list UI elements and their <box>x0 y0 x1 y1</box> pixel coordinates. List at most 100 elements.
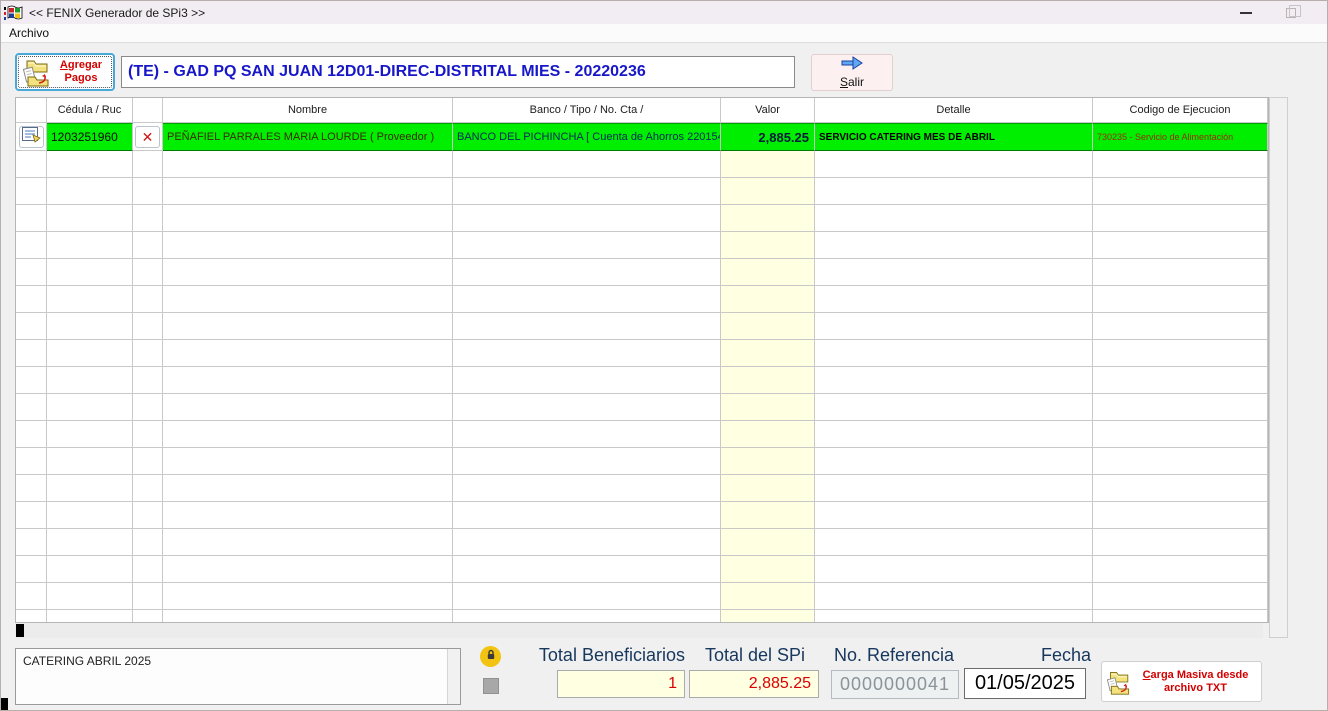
grid-cell <box>16 556 47 583</box>
grid-cell <box>47 367 133 394</box>
grid-cell-valor <box>721 205 815 232</box>
grid-cell <box>16 529 47 556</box>
grid-cell <box>47 475 133 502</box>
minimize-button[interactable] <box>1223 1 1268 24</box>
grid-cell-valor <box>721 232 815 259</box>
descripcion-textarea[interactable]: CATERING ABRIL 2025 <box>16 649 460 704</box>
descripcion-wrap: CATERING ABRIL 2025 <box>15 648 461 705</box>
table-horizontal-scrollbar[interactable] <box>15 623 1263 638</box>
total-spi-field[interactable]: 2,885.25 <box>689 670 819 698</box>
fecha-field[interactable]: 01/05/2025 <box>964 668 1086 699</box>
grid-cell <box>163 313 453 340</box>
grid-cell <box>815 367 1093 394</box>
grid-cell <box>47 529 133 556</box>
grid-cell <box>133 367 163 394</box>
total-beneficiarios-field[interactable]: 1 <box>557 670 685 698</box>
valor-cell[interactable]: 2,885.25 <box>721 123 815 151</box>
grid-cell <box>1093 259 1268 286</box>
red-x-icon: ✕ <box>142 130 154 144</box>
delete-cell: ✕ <box>133 123 163 151</box>
payment-row[interactable]: 1203251960 ✕ PEÑAFIEL PARRALES MARIA LOU… <box>16 123 1268 151</box>
salir-label: Salir <box>840 75 864 89</box>
header-nombre: Nombre <box>163 98 453 123</box>
grid-cell <box>47 313 133 340</box>
cedula-cell[interactable]: 1203251960 <box>47 123 133 151</box>
menu-item-archivo[interactable]: Archivo <box>1 26 57 40</box>
grid-cell-valor <box>721 475 815 502</box>
empty-grid-row <box>16 502 1268 529</box>
grid-cell <box>47 151 133 178</box>
grid-cell <box>815 529 1093 556</box>
carga-masiva-label: Carga Masiva desde archivo TXT <box>1134 669 1257 694</box>
grid-cell <box>453 151 721 178</box>
grid-cell <box>163 610 453 623</box>
grid-cell <box>163 583 453 610</box>
padlock-icon <box>485 648 497 666</box>
grid-cell <box>1093 421 1268 448</box>
grid-cell <box>47 502 133 529</box>
lock-badge <box>480 646 501 667</box>
grid-cell <box>1093 556 1268 583</box>
bottom-left-marker <box>1 698 8 711</box>
restore-button[interactable] <box>1268 1 1313 24</box>
grid-cell-valor <box>721 367 815 394</box>
agregar-pagos-inner: Agregar Pagos <box>18 56 112 88</box>
grid-cell <box>133 286 163 313</box>
nombre-cell[interactable]: PEÑAFIEL PARRALES MARIA LOURDE ( Proveed… <box>163 123 453 151</box>
header-banco: Banco / Tipo / No. Cta / <box>453 98 721 123</box>
grid-cell <box>133 313 163 340</box>
detalle-cell[interactable]: SERVICIO CATERING MES DE ABRIL <box>815 123 1093 151</box>
grid-cell-valor <box>721 394 815 421</box>
grid-cell <box>1093 610 1268 623</box>
form-edit-icon <box>21 125 41 148</box>
horizontal-scrollbar-thumb[interactable] <box>16 624 24 637</box>
grid-cell-valor <box>721 583 815 610</box>
grid-cell <box>47 178 133 205</box>
grid-cell <box>815 448 1093 475</box>
grid-cell <box>815 556 1093 583</box>
grid-cell <box>16 232 47 259</box>
grid-cell <box>453 286 721 313</box>
grid-cell <box>47 286 133 313</box>
grid-header-row: Cédula / Ruc Nombre Banco / Tipo / No. C… <box>16 98 1268 123</box>
grid-cell <box>815 610 1093 623</box>
grid-cell <box>1093 367 1268 394</box>
salir-button[interactable]: Salir <box>811 54 893 91</box>
grid-cell <box>815 475 1093 502</box>
grid-body <box>16 151 1268 623</box>
codigo-cell[interactable]: 730235 - Servicio de Alimentación <box>1093 123 1268 151</box>
grid-cell <box>16 610 47 623</box>
grid-cell <box>453 205 721 232</box>
delete-row-button[interactable]: ✕ <box>135 126 160 148</box>
grid-cell <box>47 610 133 623</box>
grid-cell <box>47 340 133 367</box>
agregar-pagos-button[interactable]: Agregar Pagos <box>15 53 115 91</box>
table-vertical-scrollbar[interactable] <box>1269 97 1288 638</box>
edit-row-button[interactable] <box>19 126 44 148</box>
total-beneficiarios-label: Total Beneficiarios <box>509 645 685 666</box>
referencia-field[interactable]: 0000000041 <box>831 670 959 699</box>
entity-name-field[interactable] <box>121 56 795 88</box>
grid-cell <box>453 178 721 205</box>
grid-cell <box>16 151 47 178</box>
carga-masiva-button[interactable]: Carga Masiva desde archivo TXT <box>1101 661 1262 702</box>
grid-cell <box>815 259 1093 286</box>
grid-cell <box>163 340 453 367</box>
grid-cell-valor <box>721 421 815 448</box>
textarea-scrollbar[interactable] <box>447 649 460 704</box>
grid-cell <box>453 313 721 340</box>
window-controls <box>1223 1 1327 24</box>
grid-cell <box>16 178 47 205</box>
window-title: << FENIX Generador de SPi3 >> <box>29 6 205 20</box>
grid-cell <box>453 394 721 421</box>
grid-cell <box>163 475 453 502</box>
app-window: << FENIX Generador de SPi3 >> Archivo Ag… <box>0 0 1328 711</box>
grid-cell <box>1093 205 1268 232</box>
banco-cell[interactable]: BANCO DEL PICHINCHA [ Cuenta de Ahorros … <box>453 123 721 151</box>
empty-grid-row <box>16 178 1268 205</box>
header-codigo: Codigo de Ejecucion <box>1093 98 1268 123</box>
grid-cell <box>815 313 1093 340</box>
grid-cell <box>133 340 163 367</box>
empty-grid-row <box>16 151 1268 178</box>
grid-cell <box>163 178 453 205</box>
